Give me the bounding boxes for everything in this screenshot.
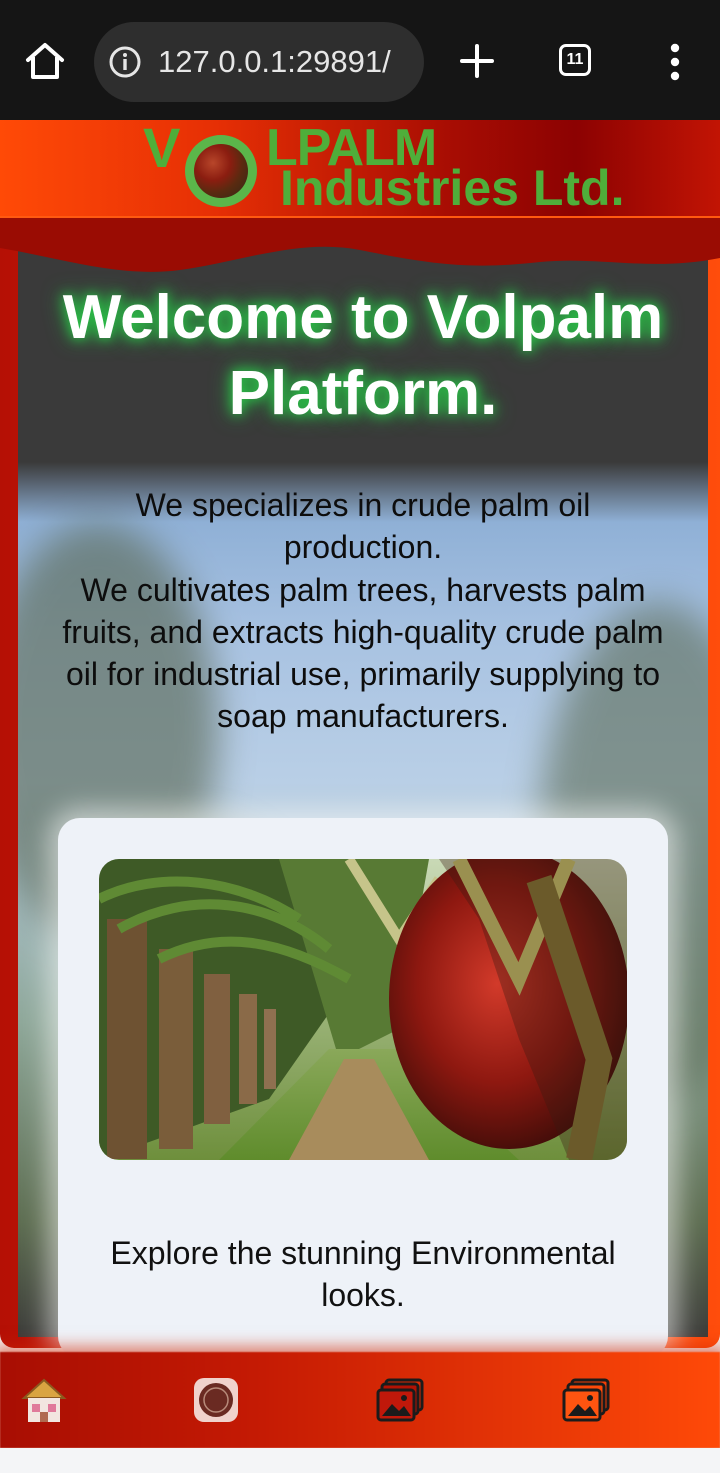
- address-bar[interactable]: 127.0.0.1:29891/: [94, 22, 424, 102]
- system-nav-area: [0, 1448, 720, 1473]
- palm-fruit-icon: [194, 144, 248, 198]
- hero-title: Welcome to Volpalm Platform.: [62, 283, 664, 428]
- brand-subtitle: Industries Ltd.: [280, 160, 625, 216]
- palm-plantation-photo: [99, 859, 627, 1160]
- tabs-icon[interactable]: 11: [559, 44, 591, 76]
- gallery-icon[interactable]: [560, 1374, 612, 1426]
- palm-coin-icon[interactable]: [194, 1378, 238, 1422]
- plus-icon[interactable]: [456, 40, 498, 82]
- card-caption: Explore the stunning Environmental looks…: [110, 1235, 616, 1313]
- hero-paragraph-2: We cultivates palm trees, harvests palm …: [62, 571, 664, 735]
- browser-toolbar: 127.0.0.1:29891/ 11: [0, 0, 720, 120]
- brand-initial: V: [143, 116, 181, 179]
- house-icon[interactable]: [18, 1374, 70, 1426]
- palm-fruit-logo[interactable]: [185, 135, 257, 207]
- gallery-icon[interactable]: [374, 1374, 426, 1426]
- tab-count: 11: [566, 51, 584, 68]
- hero-description: We specializes in crude palm oil product…: [60, 484, 666, 738]
- kebab-menu-icon[interactable]: [664, 42, 686, 82]
- info-icon[interactable]: [108, 45, 142, 79]
- bottom-navigation: [0, 1352, 720, 1448]
- url-text: 127.0.0.1:29891/: [158, 44, 391, 79]
- hero-paragraph-1: We specializes in crude palm oil product…: [135, 487, 591, 566]
- home-icon[interactable]: [24, 40, 66, 82]
